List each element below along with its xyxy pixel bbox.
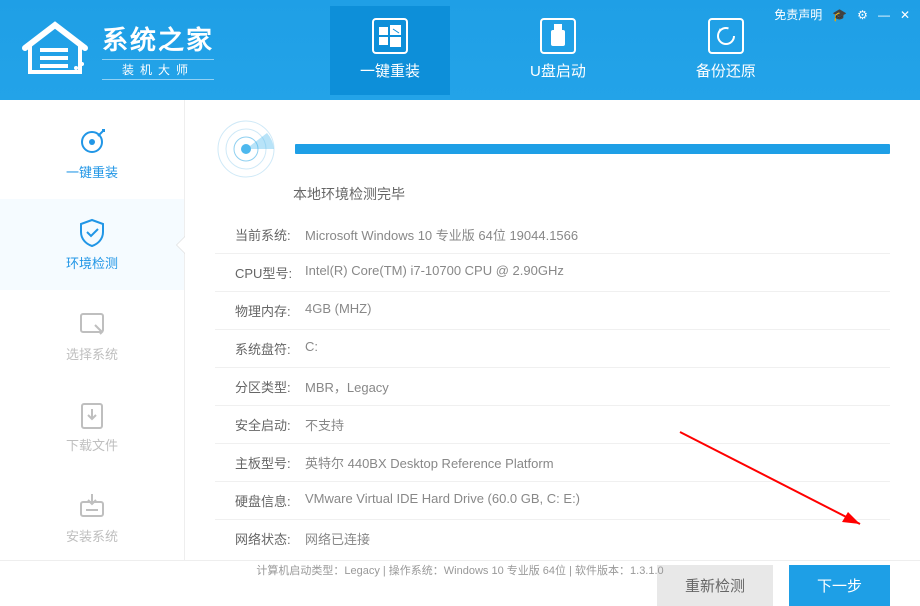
usb-icon [540, 18, 576, 54]
sidebar-label: 安装系统 [66, 526, 118, 545]
sidebar-label: 选择系统 [66, 344, 118, 363]
header: 系统之家 装机大师 一键重装 U盘启动 备份还原 免责声明 🎓 ⚙ — ✕ [0, 0, 920, 100]
home-logo-icon [20, 20, 90, 80]
minimize-button[interactable]: — [878, 8, 890, 22]
sidebar-label: 环境检测 [66, 253, 118, 272]
content: 一键重装 环境检测 选择系统 下载文件 安装系统 [0, 100, 920, 560]
tab-label: 备份还原 [696, 60, 756, 81]
tab-label: U盘启动 [530, 60, 586, 81]
graduation-icon[interactable]: 🎓 [832, 8, 847, 22]
windows-icon [372, 18, 408, 54]
progress-row [215, 118, 890, 180]
select-icon [76, 308, 108, 340]
tab-backup-restore[interactable]: 备份还原 [666, 6, 786, 95]
info-row-os: 当前系统:Microsoft Windows 10 专业版 64位 19044.… [215, 216, 890, 254]
download-icon [76, 399, 108, 431]
sidebar-label: 下载文件 [66, 435, 118, 454]
close-button[interactable]: ✕ [900, 8, 910, 22]
restore-icon [708, 18, 744, 54]
logo-area: 系统之家 装机大师 [0, 20, 300, 80]
info-row-drive: 系统盘符:C: [215, 330, 890, 368]
main-tabs: 一键重装 U盘启动 备份还原 [330, 6, 786, 95]
tab-label: 一键重装 [360, 60, 420, 81]
sidebar-item-env-check[interactable]: 环境检测 [0, 199, 184, 290]
info-row-cpu: CPU型号:Intel(R) Core(TM) i7-10700 CPU @ 2… [215, 254, 890, 292]
info-row-secureboot: 安全启动:不支持 [215, 406, 890, 444]
main-panel: 本地环境检测完毕 当前系统:Microsoft Windows 10 专业版 6… [185, 100, 920, 560]
sidebar-item-download[interactable]: 下载文件 [0, 381, 184, 472]
sidebar-label: 一键重装 [66, 162, 118, 181]
sidebar: 一键重装 环境检测 选择系统 下载文件 安装系统 [0, 100, 185, 560]
info-row-network: 网络状态:网络已连接 [215, 520, 890, 557]
info-row-motherboard: 主板型号:英特尔 440BX Desktop Reference Platfor… [215, 444, 890, 482]
info-row-partition: 分区类型:MBR，Legacy [215, 368, 890, 406]
tab-usb-boot[interactable]: U盘启动 [500, 6, 616, 95]
sidebar-item-select-system[interactable]: 选择系统 [0, 290, 184, 381]
tab-reinstall[interactable]: 一键重装 [330, 6, 450, 95]
window-controls: 免责声明 🎓 ⚙ — ✕ [774, 6, 910, 23]
target-icon [76, 126, 108, 158]
sidebar-item-install[interactable]: 安装系统 [0, 472, 184, 563]
logo-title: 系统之家 [102, 20, 214, 57]
info-row-disk: 硬盘信息:VMware Virtual IDE Hard Drive (60.0… [215, 482, 890, 520]
disclaimer-link[interactable]: 免责声明 [774, 6, 822, 23]
redetect-button[interactable]: 重新检测 [657, 565, 773, 606]
info-row-memory: 物理内存:4GB (MHZ) [215, 292, 890, 330]
install-icon [76, 490, 108, 522]
next-button[interactable]: 下一步 [789, 565, 890, 606]
radar-icon [215, 118, 277, 180]
detect-status: 本地环境检测完毕 [293, 184, 890, 204]
progress-bar [295, 144, 890, 154]
sidebar-item-reinstall[interactable]: 一键重装 [0, 108, 184, 199]
logo-subtitle: 装机大师 [102, 59, 214, 80]
system-info-table: 当前系统:Microsoft Windows 10 专业版 64位 19044.… [215, 216, 890, 557]
shield-check-icon [76, 217, 108, 249]
settings-icon[interactable]: ⚙ [857, 8, 868, 22]
